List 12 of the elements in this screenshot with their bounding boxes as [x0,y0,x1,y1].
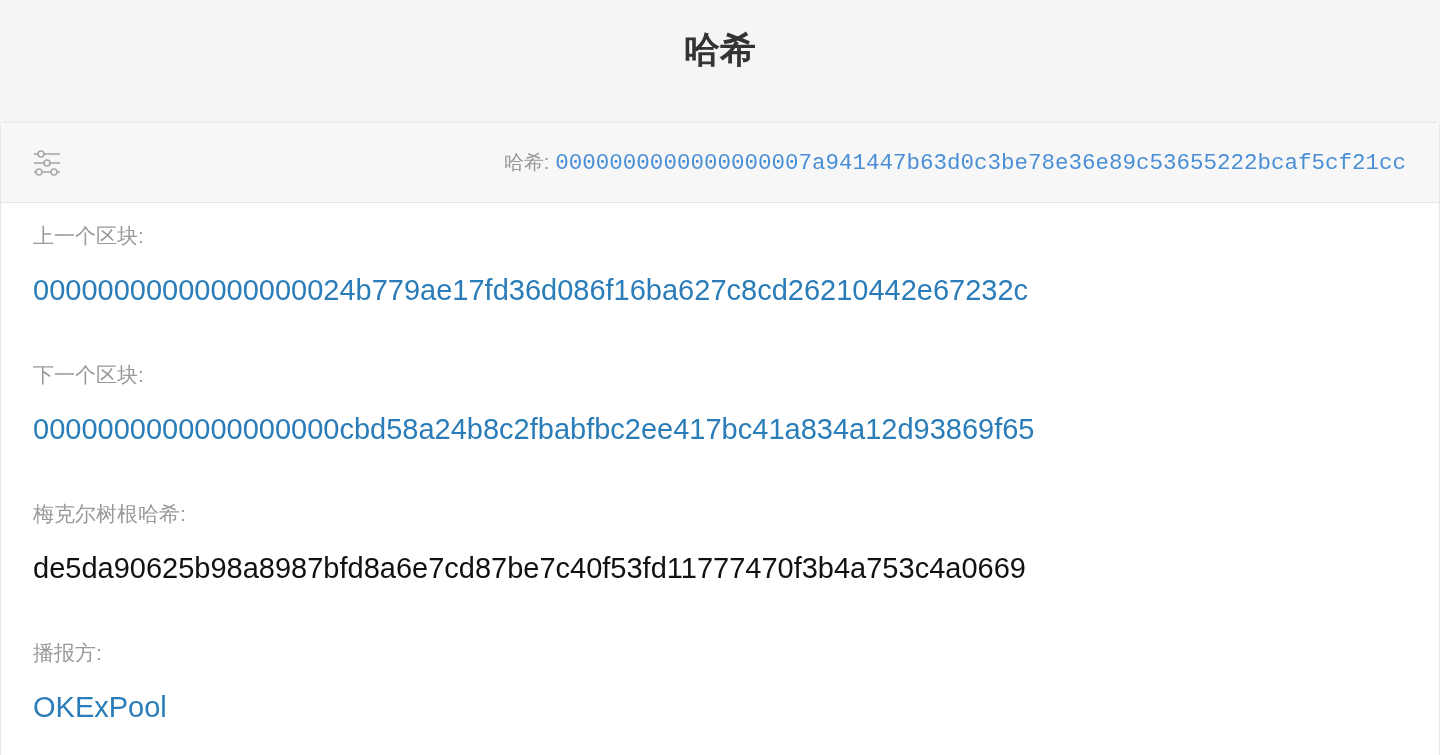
hash-label: 哈希: [503,150,550,175]
page-title: 哈希 [684,27,756,72]
sliders-icon[interactable] [33,149,61,176]
hash-value: de5da90625b98a8987bfd8a6e7cd87be7c40f53fd11777470f3b4a753c4a0669 [33,551,1026,586]
hash-value: 0000000000000000007a941447b63d0c3be78e36e89c53655222bcaf5cf21cc [555,150,1406,176]
field-label: 下一个区块: [33,362,144,388]
field-label: 播报方: [33,640,102,666]
field-label: 上一个区块: [33,223,144,249]
hash-link[interactable]: 00000000000000000024b779ae17fd36d086f16ba627c8cd26210442e67232c [33,270,1029,310]
hash-link[interactable]: OKExPool [33,687,167,727]
hash-link[interactable]: 0000000000000000000cbd58a24b8c2fbabfbc2ee417bc41a834a12d93869f65 [33,409,1035,449]
field-label: 梅克尔树根哈希: [33,501,186,527]
